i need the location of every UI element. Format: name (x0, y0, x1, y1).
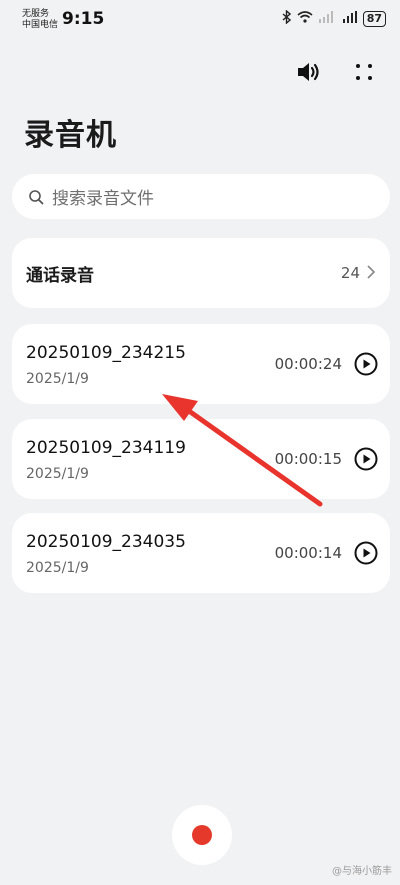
recording-duration: 00:00:15 (274, 450, 342, 468)
recording-name: 20250109_234215 (26, 343, 186, 363)
play-icon[interactable] (354, 541, 378, 565)
signal-icon-2 (339, 11, 357, 26)
carrier-info: 无服务 中国电信 (22, 9, 58, 31)
record-button[interactable] (172, 805, 232, 865)
call-recordings-entry[interactable]: 通话录音 24 (12, 238, 390, 308)
status-time: 9:15 (62, 9, 105, 29)
carrier-line-2: 中国电信 (22, 20, 59, 30)
recording-item[interactable]: 20250109_234035 2025/1/9 00:00:14 (12, 513, 390, 593)
record-icon (192, 825, 212, 845)
more-icon (356, 64, 372, 80)
recording-date: 2025/1/9 (26, 466, 89, 482)
recording-name: 20250109_234119 (26, 438, 186, 458)
speaker-icon (298, 63, 319, 81)
search-placeholder: 搜索录音文件 (52, 189, 154, 209)
recording-item[interactable]: 20250109_234215 2025/1/9 00:00:24 (12, 324, 390, 404)
more-options-button[interactable] (350, 58, 378, 86)
speaker-button[interactable] (296, 58, 324, 86)
chevron-right-icon (367, 265, 376, 279)
bluetooth-icon (282, 9, 291, 27)
recording-date: 2025/1/9 (26, 560, 89, 576)
play-icon[interactable] (354, 352, 378, 376)
recording-name: 20250109_234035 (26, 532, 186, 552)
call-recordings-label: 通话录音 (26, 266, 94, 286)
page-title: 录音机 (24, 118, 117, 153)
search-bar[interactable]: 搜索录音文件 (12, 174, 390, 219)
watermark: @与海小筋丰 (332, 866, 392, 877)
signal-icon-1 (318, 11, 333, 26)
status-bar: 无服务 中国电信 9:15 87 (0, 0, 400, 40)
recording-date: 2025/1/9 (26, 371, 89, 387)
recording-duration: 00:00:14 (274, 544, 342, 562)
wifi-icon (297, 11, 313, 26)
play-icon[interactable] (354, 447, 378, 471)
call-recordings-count: 24 (340, 264, 360, 282)
search-icon (29, 189, 44, 204)
battery-indicator: 87 (362, 10, 386, 27)
recording-duration: 00:00:24 (274, 355, 342, 373)
recording-item[interactable]: 20250109_234119 2025/1/9 00:00:15 (12, 419, 390, 499)
carrier-line-1: 无服务 (22, 9, 50, 19)
status-icons: 87 (282, 9, 386, 27)
